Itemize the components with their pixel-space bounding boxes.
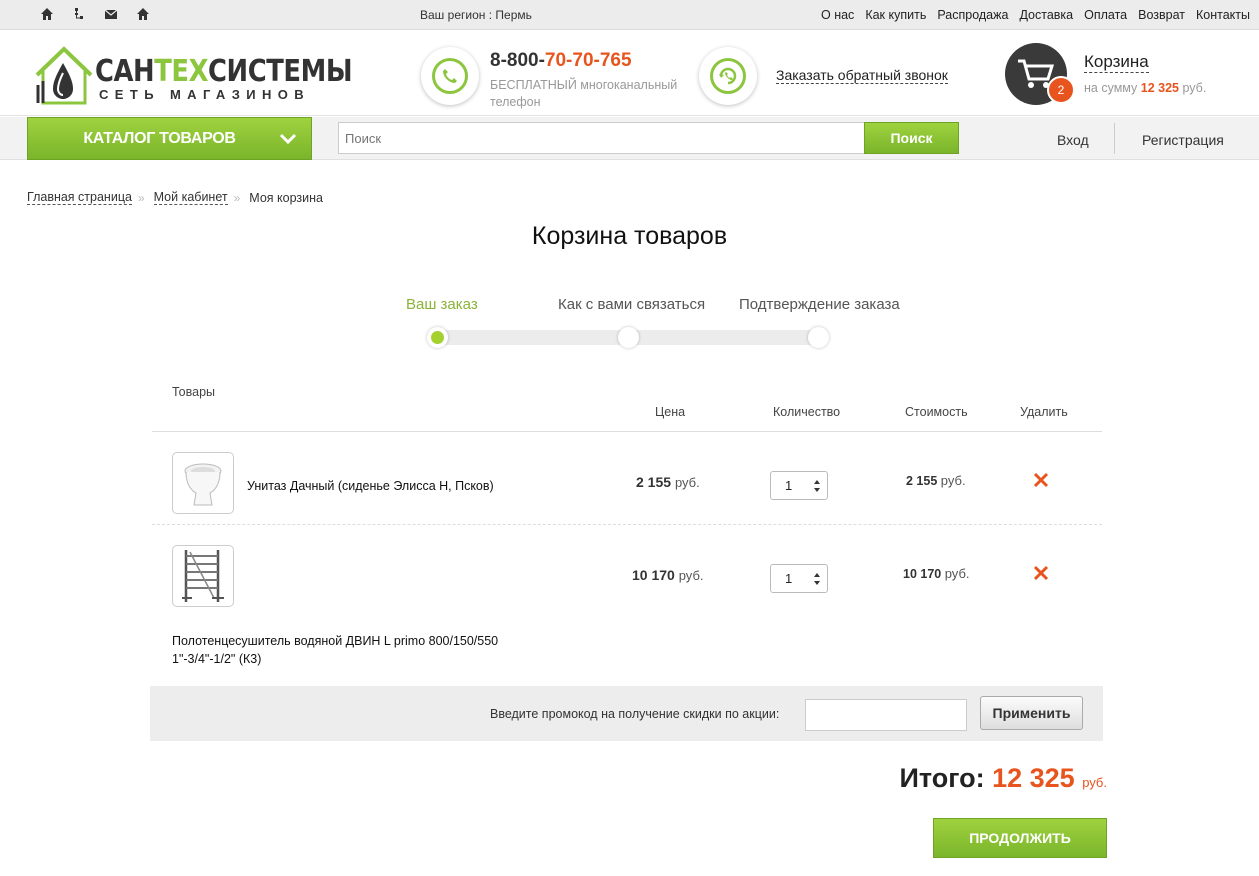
promo-code-input[interactable] <box>805 699 967 731</box>
col-header-goods: Товары <box>172 385 215 399</box>
col-header-price: Цена <box>655 405 686 419</box>
product-thumbnail-toilet[interactable] <box>172 452 234 514</box>
step-dot-contact <box>618 327 639 348</box>
header: САНТЕХСИСТЕМЫ СЕТЬ МАГАЗИНОВ 8-800-70-70… <box>0 30 1259 116</box>
top-nav-contacts[interactable]: Контакты <box>1196 8 1250 22</box>
mail-icon[interactable] <box>104 7 118 21</box>
top-nav-how-to-buy[interactable]: Как купить <box>865 8 926 22</box>
top-nav: О нас Как купить Распродажа Доставка Опл… <box>821 8 1250 22</box>
phone-description: БЕСПЛАТНЫЙ многоканальный телефон <box>490 78 678 109</box>
nav-bar: КАТАЛОГ ТОВАРОВ Поиск Вход Регистрация <box>0 117 1259 160</box>
delete-icon[interactable] <box>1033 472 1049 488</box>
total-currency: руб. <box>1082 775 1107 790</box>
breadcrumb: Главная страница » Мой кабинет » Моя кор… <box>27 190 323 205</box>
quantity-stepper[interactable]: 1 <box>770 564 828 593</box>
catalog-button-label: КАТАЛОГ ТОВАРОВ <box>83 129 236 147</box>
callback-link[interactable]: Заказать обратный звонок <box>776 67 948 84</box>
product-cost: 10 170 руб. <box>903 566 970 581</box>
search-button[interactable]: Поиск <box>864 122 959 154</box>
quantity-stepper[interactable]: 1 <box>770 471 828 500</box>
nav-divider <box>1114 123 1115 154</box>
logo-subtitle: СЕТЬ МАГАЗИНОВ <box>99 87 311 102</box>
sitemap-icon[interactable] <box>72 7 86 21</box>
col-header-delete: Удалить <box>1020 405 1068 419</box>
step-label-order: Ваш заказ <box>406 296 478 313</box>
cart-sum-currency: руб. <box>1182 81 1207 95</box>
product-thumbnail-towel-dryer[interactable] <box>172 545 234 607</box>
row-divider <box>152 524 1102 525</box>
stepper-arrows-icon[interactable] <box>813 571 821 587</box>
step-dot-confirm <box>808 327 829 348</box>
top-icons <box>40 7 150 21</box>
logo-brand: САНТЕХСИСТЕМЫ <box>95 54 353 89</box>
breadcrumb-separator-icon: » <box>137 190 145 205</box>
quantity-value: 1 <box>785 571 793 586</box>
product-cost: 2 155 руб. <box>906 473 966 488</box>
step-label-contact: Как с вами связаться <box>558 296 706 313</box>
chevron-down-icon <box>279 133 297 145</box>
region-value[interactable]: Пермь <box>495 8 531 22</box>
top-nav-about[interactable]: О нас <box>821 8 854 22</box>
register-link[interactable]: Регистрация <box>1142 132 1224 148</box>
step-dot-order <box>427 327 448 348</box>
product-name[interactable]: Унитаз Дачный (сиденье Элисса Н, Псков) <box>247 477 567 495</box>
order-total: Итого: 12 325 руб. <box>899 763 1107 794</box>
stepper-arrows-icon[interactable] <box>813 478 821 494</box>
cart-count-badge: 2 <box>1047 76 1075 104</box>
product-price: 10 170 руб. <box>632 567 704 583</box>
promo-apply-button[interactable]: Применить <box>980 696 1083 730</box>
top-nav-payment[interactable]: Оплата <box>1084 8 1127 22</box>
col-header-qty: Количество <box>773 405 841 419</box>
table-header-divider <box>152 431 1102 432</box>
breadcrumb-home[interactable]: Главная страница <box>27 190 132 205</box>
home-alt-icon[interactable] <box>136 7 150 21</box>
phone-number[interactable]: 8-800-70-70-765 <box>490 50 632 72</box>
top-bar: Ваш регион : Пермь О нас Как купить Расп… <box>0 0 1259 30</box>
cart-title[interactable]: Корзина <box>1084 52 1149 73</box>
region-label: Ваш регион : <box>420 8 493 22</box>
promo-panel: Введите промокод на получение скидки по … <box>150 686 1103 741</box>
breadcrumb-current: Моя корзина <box>249 190 323 205</box>
product-price: 2 155 руб. <box>636 474 700 490</box>
top-nav-returns[interactable]: Возврат <box>1138 8 1185 22</box>
towel-dryer-icon <box>182 550 224 602</box>
step-label-confirm: Подтверждение заказа <box>739 296 900 313</box>
logo-house-icon <box>35 46 93 105</box>
top-nav-delivery[interactable]: Доставка <box>1019 8 1073 22</box>
breadcrumb-separator-icon: » <box>233 190 241 205</box>
top-nav-sale[interactable]: Распродажа <box>937 8 1008 22</box>
breadcrumb-cabinet[interactable]: Мой кабинет <box>153 190 228 205</box>
login-link[interactable]: Вход <box>1057 132 1089 148</box>
cart-sum-value: 12 325 <box>1140 81 1179 95</box>
delete-icon[interactable] <box>1033 565 1049 581</box>
callback-icon[interactable] <box>699 47 757 105</box>
promo-label: Введите промокод на получение скидки по … <box>490 707 780 721</box>
total-label: Итого: <box>899 763 985 793</box>
logo[interactable]: САНТЕХСИСТЕМЫ СЕТЬ МАГАЗИНОВ <box>33 45 353 107</box>
page-title: Корзина товаров <box>531 222 728 250</box>
quantity-value: 1 <box>785 478 793 493</box>
cart-sum-label: на сумму <box>1084 81 1138 95</box>
toilet-icon <box>184 463 222 506</box>
cart-sum: на сумму 12 325 руб. <box>1084 81 1206 95</box>
region-selector[interactable]: Ваш регион : Пермь <box>420 8 532 22</box>
search-input[interactable] <box>338 122 866 154</box>
total-value: 12 325 <box>992 763 1075 793</box>
home-icon[interactable] <box>40 7 54 21</box>
product-name[interactable]: Полотенцесушитель водяной ДВИН L primo 8… <box>172 632 522 668</box>
phone-icon <box>421 47 479 105</box>
col-header-cost: Стоимость <box>905 405 968 419</box>
continue-button[interactable]: ПРОДОЛЖИТЬ <box>933 818 1107 858</box>
catalog-button[interactable]: КАТАЛОГ ТОВАРОВ <box>27 117 312 160</box>
